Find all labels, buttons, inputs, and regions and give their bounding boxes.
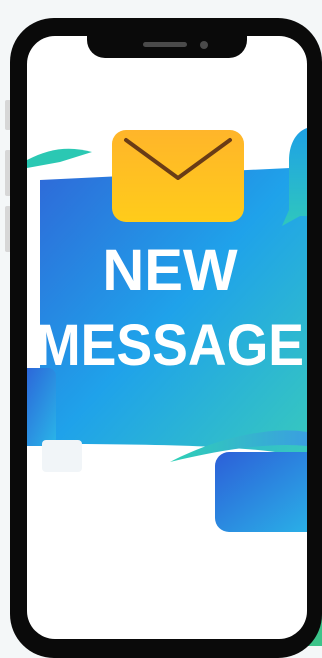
headline-line-new: NEW	[102, 238, 238, 303]
phone-screen: NEW MESSAGE	[27, 36, 307, 639]
teal-swoosh-left	[27, 148, 92, 168]
headline-line-message: MESSAGE	[36, 313, 304, 378]
envelope-icon	[112, 130, 244, 222]
shadow-panel	[42, 440, 82, 472]
new-message-illustration: NEW MESSAGE	[27, 128, 307, 532]
front-camera	[200, 41, 208, 49]
speaker-grille	[143, 42, 187, 47]
message-card	[215, 452, 307, 532]
side-panel-left	[27, 368, 56, 446]
